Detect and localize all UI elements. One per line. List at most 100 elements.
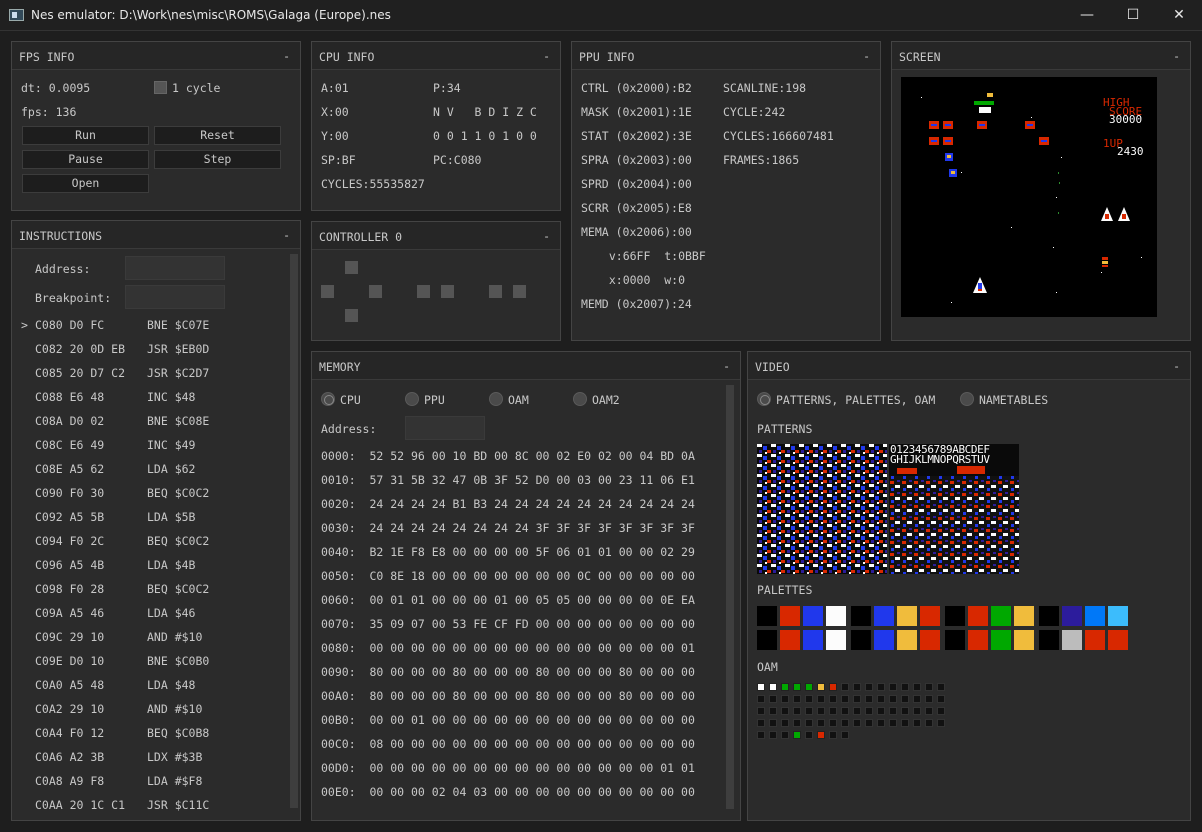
instructions-scrollbar[interactable]: [290, 254, 298, 808]
instruction-mnemonic[interactable]: INC $49: [147, 438, 195, 452]
memory-collapse[interactable]: -: [723, 359, 730, 373]
instruction-mnemonic[interactable]: INC $48: [147, 390, 195, 404]
breakpoint-input[interactable]: [125, 285, 225, 309]
minimize-button[interactable]: —: [1064, 0, 1110, 31]
instruction-mnemonic[interactable]: JSR $C2D7: [147, 366, 209, 380]
ppu-info-collapse[interactable]: -: [863, 49, 870, 63]
radio-cpu[interactable]: [321, 392, 335, 406]
screen-panel: SCREEN - HIGH SCORE 30000 1UP 2430: [891, 41, 1191, 341]
instruction-mnemonic[interactable]: BNE $C0B0: [147, 654, 209, 668]
instruction-mnemonic[interactable]: LDA $48: [147, 678, 195, 692]
instruction-bytes[interactable]: C0A2 29 10: [35, 702, 104, 716]
instruction-bytes[interactable]: C092 A5 5B: [35, 510, 104, 524]
palette-swatch: [991, 606, 1011, 626]
radio-nametables[interactable]: [960, 392, 974, 406]
instruction-bytes[interactable]: C08E A5 62: [35, 462, 104, 476]
instructions-header[interactable]: INSTRUCTIONS -: [12, 221, 300, 249]
instruction-bytes[interactable]: C08C E6 49: [35, 438, 104, 452]
radio-ppu[interactable]: [405, 392, 419, 406]
instruction-bytes[interactable]: C0A4 F0 12: [35, 726, 104, 740]
close-button[interactable]: ✕: [1156, 0, 1202, 31]
instruction-bytes[interactable]: C09A A5 46: [35, 606, 104, 620]
radio-patterns[interactable]: [757, 392, 771, 406]
instruction-bytes[interactable]: C096 A5 4B: [35, 558, 104, 572]
memory-scroll-thumb[interactable]: [726, 385, 734, 809]
maximize-button[interactable]: ☐: [1110, 0, 1156, 31]
ppu-info-header[interactable]: PPU INFO -: [572, 42, 880, 70]
instruction-bytes[interactable]: C080 D0 FC: [35, 318, 104, 332]
instruction-mnemonic[interactable]: BEQ $C0C2: [147, 534, 209, 548]
palette-swatch: [1085, 630, 1105, 650]
video-collapse[interactable]: -: [1173, 359, 1180, 373]
open-button[interactable]: Open: [22, 174, 149, 193]
oam-sprite-slot: [901, 695, 909, 703]
instruction-bytes[interactable]: C0A0 A5 48: [35, 678, 104, 692]
instruction-mnemonic[interactable]: AND #$10: [147, 630, 202, 644]
memory-scrollbar[interactable]: [726, 385, 734, 809]
radio-oam[interactable]: [489, 392, 503, 406]
dpad-up[interactable]: [345, 261, 358, 274]
instruction-bytes[interactable]: C082 20 0D EB: [35, 342, 125, 356]
instruction-mnemonic[interactable]: BNE $C08E: [147, 414, 209, 428]
address-input[interactable]: [125, 256, 225, 280]
cycle-label: 1 cycle: [172, 81, 221, 95]
pause-button[interactable]: Pause: [22, 150, 149, 169]
instruction-mnemonic[interactable]: LDA $4B: [147, 558, 195, 572]
instruction-bytes[interactable]: C0AA 20 1C C1: [35, 798, 125, 812]
instruction-bytes[interactable]: C0A8 A9 F8: [35, 774, 104, 788]
oam-sprite-slot: [781, 719, 789, 727]
instruction-mnemonic[interactable]: JSR $EB0D: [147, 342, 209, 356]
controller-header[interactable]: CONTROLLER 0 -: [312, 222, 560, 250]
cycle-checkbox[interactable]: [154, 81, 167, 94]
instruction-mnemonic[interactable]: JSR $C11C: [147, 798, 209, 812]
oam-sprite-slot: [937, 683, 945, 691]
oam-sprite-slot: [829, 707, 837, 715]
instruction-mnemonic[interactable]: LDX #$3B: [147, 750, 202, 764]
instruction-mnemonic[interactable]: BEQ $C0B8: [147, 726, 209, 740]
instruction-mnemonic[interactable]: BEQ $C0C2: [147, 582, 209, 596]
instruction-bytes[interactable]: C09C 29 10: [35, 630, 104, 644]
instruction-bytes[interactable]: C098 F0 28: [35, 582, 104, 596]
instructions-scroll-thumb[interactable]: [290, 254, 298, 808]
instruction-mnemonic[interactable]: BNE $C07E: [147, 318, 209, 332]
select-button[interactable]: [417, 285, 430, 298]
instruction-bytes[interactable]: C085 20 D7 C2: [35, 366, 125, 380]
palette-swatch: [757, 606, 777, 626]
dpad-right[interactable]: [369, 285, 382, 298]
video-header[interactable]: VIDEO -: [748, 352, 1190, 380]
fps-info-header[interactable]: FPS INFO -: [12, 42, 300, 70]
oam-sprite-slot: [757, 731, 765, 739]
cpu-info-collapse[interactable]: -: [543, 49, 550, 63]
controller-collapse[interactable]: -: [543, 229, 550, 243]
instruction-bytes[interactable]: C090 F0 30: [35, 486, 104, 500]
cpu-info-header[interactable]: CPU INFO -: [312, 42, 560, 70]
reset-button[interactable]: Reset: [154, 126, 281, 145]
b-button[interactable]: [489, 285, 502, 298]
instruction-mnemonic[interactable]: BEQ $C0C2: [147, 486, 209, 500]
memory-header[interactable]: MEMORY -: [312, 352, 740, 380]
start-button[interactable]: [441, 285, 454, 298]
instruction-mnemonic[interactable]: LDA $5B: [147, 510, 195, 524]
a-button[interactable]: [513, 285, 526, 298]
fps-info-collapse[interactable]: -: [283, 49, 290, 63]
screen-collapse[interactable]: -: [1173, 49, 1180, 63]
run-button[interactable]: Run: [22, 126, 149, 145]
screen-header[interactable]: SCREEN -: [892, 42, 1190, 70]
oam-sprite-slot: [805, 695, 813, 703]
dpad-down[interactable]: [345, 309, 358, 322]
instruction-mnemonic[interactable]: AND #$10: [147, 702, 202, 716]
radio-oam2[interactable]: [573, 392, 587, 406]
instructions-collapse[interactable]: -: [283, 228, 290, 242]
instruction-mnemonic[interactable]: LDA $46: [147, 606, 195, 620]
instruction-bytes[interactable]: C08A D0 02: [35, 414, 104, 428]
instruction-bytes[interactable]: C088 E6 48: [35, 390, 104, 404]
instruction-mnemonic[interactable]: LDA $62: [147, 462, 195, 476]
instruction-mnemonic[interactable]: LDA #$F8: [147, 774, 202, 788]
dpad-left[interactable]: [321, 285, 334, 298]
instruction-bytes[interactable]: C0A6 A2 3B: [35, 750, 104, 764]
game-screen[interactable]: HIGH SCORE 30000 1UP 2430: [901, 77, 1157, 317]
memory-address-input[interactable]: [405, 416, 485, 440]
instruction-bytes[interactable]: C09E D0 10: [35, 654, 104, 668]
instruction-bytes[interactable]: C094 F0 2C: [35, 534, 104, 548]
step-button[interactable]: Step: [154, 150, 281, 169]
